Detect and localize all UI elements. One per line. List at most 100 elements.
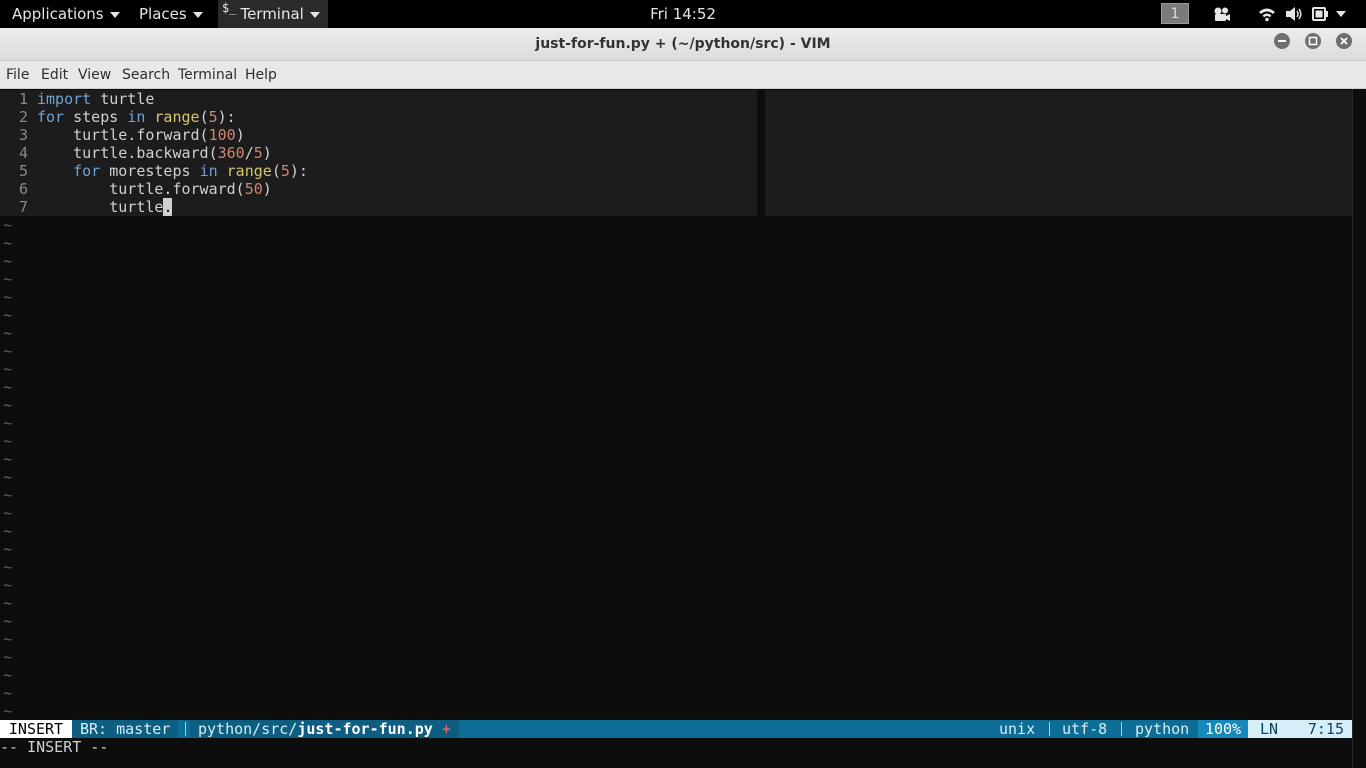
- scroll-percent: 100%: [1198, 720, 1248, 738]
- line-col: 7:15: [1307, 720, 1344, 738]
- file-path: python/src/just-for-fun.py +: [190, 720, 459, 738]
- menubar: File Edit View Search Terminal Help: [0, 61, 1366, 89]
- code-token: turtle.forward(: [37, 180, 245, 198]
- empty-line-tilde: ~: [3, 558, 13, 576]
- code-token: range: [226, 162, 272, 180]
- empty-line-tilde: ~: [3, 378, 13, 396]
- code-token: for: [73, 162, 101, 180]
- file-encoding: utf-8: [1062, 720, 1108, 738]
- code-text: for steps in range(5):: [37, 108, 236, 126]
- code-token: turtle: [91, 90, 155, 108]
- code-token: turtle: [37, 198, 164, 216]
- system-menu-chevron-icon[interactable]: [1336, 11, 1346, 17]
- code-text: turtle.: [37, 198, 173, 216]
- code-text: import turtle: [37, 90, 154, 108]
- empty-line-tilde: ~: [3, 702, 13, 720]
- empty-line-tilde: ~: [3, 252, 13, 270]
- close-button[interactable]: [1336, 33, 1352, 49]
- file-name: just-for-fun.py: [297, 720, 433, 738]
- code-token: turtle.backward(: [37, 144, 218, 162]
- code-token: ): [235, 126, 245, 144]
- menu-help[interactable]: Help: [245, 61, 277, 89]
- vim-editor[interactable]: 1 import turtle 2 for steps in range(5): 3 t…: [0, 89, 1352, 768]
- menu-file[interactable]: File: [6, 61, 29, 89]
- menu-terminal[interactable]: Terminal: [178, 61, 237, 89]
- code-token: ):: [289, 162, 308, 180]
- close-icon: [1340, 37, 1348, 45]
- empty-line-tilde: ~: [3, 396, 13, 414]
- menu-search[interactable]: Search: [122, 61, 170, 89]
- empty-line-tilde: ~: [3, 612, 13, 630]
- empty-line-tilde: ~: [3, 630, 13, 648]
- wifi-icon[interactable]: [1258, 6, 1276, 22]
- code-token: ):: [217, 108, 236, 126]
- right-split-pane[interactable]: [765, 90, 1352, 216]
- empty-line-tilde: ~: [3, 540, 13, 558]
- empty-line-tilde: ~: [3, 216, 13, 234]
- maximize-icon: [1308, 36, 1318, 46]
- empty-line-tilde: ~: [3, 414, 13, 432]
- clock-label: Fri 14:52: [650, 5, 716, 23]
- code-token: /: [244, 144, 254, 162]
- line-number: 5: [18, 162, 28, 180]
- empty-line-tilde: ~: [3, 306, 13, 324]
- line-number: 6: [18, 180, 28, 198]
- code-token: 5: [280, 162, 290, 180]
- workspace-indicator[interactable]: 1: [1161, 3, 1189, 24]
- code-token: (: [199, 108, 209, 126]
- file-dir: python/src/: [198, 720, 298, 738]
- code-token: ): [262, 144, 272, 162]
- empty-line-tilde: ~: [3, 288, 13, 306]
- modified-flag: +: [441, 720, 451, 738]
- minimize-icon: [1278, 40, 1286, 42]
- empty-line-tilde: ~: [3, 522, 13, 540]
- empty-line-tilde: ~: [3, 648, 13, 666]
- terminal-scrollbar[interactable]: [1352, 89, 1366, 768]
- minimize-button[interactable]: [1274, 33, 1290, 49]
- empty-line-tilde: ~: [3, 576, 13, 594]
- ln-label: LN: [1260, 720, 1279, 738]
- line-number: 7: [18, 198, 28, 216]
- code-token: steps: [64, 108, 128, 126]
- command-line: -- INSERT --: [0, 738, 109, 756]
- code-token: moresteps: [100, 162, 200, 180]
- code-text: turtle.forward(50): [37, 180, 272, 198]
- line-number: 4: [18, 144, 28, 162]
- empty-line-tilde: ~: [3, 234, 13, 252]
- separator: [185, 722, 186, 736]
- code-token: 360: [217, 144, 245, 162]
- code-token: for: [37, 108, 65, 126]
- empty-line-tilde: ~: [3, 684, 13, 702]
- empty-line-tilde: ~: [3, 432, 13, 450]
- separator: [1049, 722, 1050, 736]
- code-token: ): [262, 180, 272, 198]
- battery-icon[interactable]: [1312, 6, 1330, 22]
- code-token: 50: [244, 180, 263, 198]
- maximize-button[interactable]: [1305, 33, 1321, 49]
- git-branch: BR: master: [72, 720, 179, 738]
- code-token: import: [37, 90, 92, 108]
- text-cursor: .: [163, 198, 173, 216]
- code-token: 5: [253, 144, 263, 162]
- code-token: 100: [208, 126, 236, 144]
- window-titlebar[interactable]: just-for-fun.py + (~/python/src) - VIM: [0, 28, 1366, 61]
- file-type: python: [1135, 720, 1190, 738]
- empty-line-tilde: ~: [3, 450, 13, 468]
- empty-line-tilde: ~: [3, 504, 13, 522]
- code-text: for moresteps in range(5):: [37, 162, 308, 180]
- empty-line-tilde: ~: [3, 360, 13, 378]
- volume-icon[interactable]: [1285, 6, 1303, 22]
- file-format: unix: [999, 720, 1036, 738]
- empty-line-tilde: ~: [3, 270, 13, 288]
- menu-edit[interactable]: Edit: [41, 61, 68, 89]
- empty-line-tilde: ~: [3, 342, 13, 360]
- code-token: range: [154, 108, 200, 126]
- cursor-position: LN 7:15: [1248, 720, 1352, 738]
- empty-line-tilde: ~: [3, 486, 13, 504]
- empty-line-tilde: ~: [3, 468, 13, 486]
- menu-view[interactable]: View: [78, 61, 111, 89]
- camera-icon[interactable]: [1213, 6, 1231, 22]
- code-text: turtle.forward(100): [37, 126, 245, 144]
